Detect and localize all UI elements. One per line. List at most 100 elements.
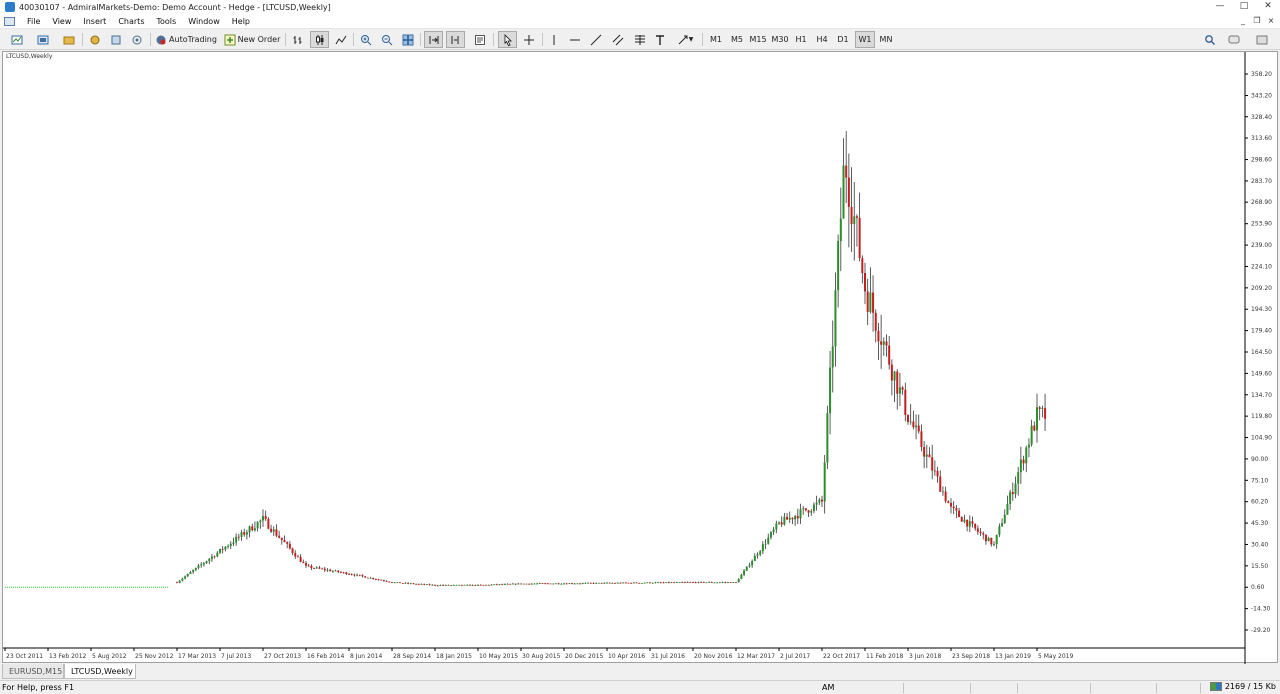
period-w1[interactable]: W1 <box>855 31 875 48</box>
candle-bear <box>944 491 947 502</box>
candle-bear <box>947 501 950 504</box>
candlestick-button[interactable] <box>310 31 329 48</box>
trendline-button[interactable] <box>588 31 604 48</box>
period-h1[interactable]: H1 <box>792 31 810 48</box>
zoom-in-button[interactable] <box>357 31 374 48</box>
candle-bear <box>288 543 291 549</box>
candle-bear <box>423 583 426 585</box>
candle-bull <box>205 561 208 564</box>
chart-window-icon[interactable] <box>4 16 15 26</box>
menu-help[interactable]: Help <box>226 17 256 26</box>
candle-bear <box>874 312 877 331</box>
tab-ltcusd-weekly[interactable]: LTCUSD,Weekly <box>64 664 136 679</box>
connection-status[interactable]: 2169 / 15 Kb <box>1209 682 1276 691</box>
menu-view[interactable]: View <box>46 17 77 26</box>
line-chart-button[interactable] <box>332 31 350 48</box>
new-chart-button[interactable] <box>6 31 28 48</box>
candle-bull <box>452 584 455 586</box>
zoom-out-button[interactable] <box>378 31 395 48</box>
candle-bear <box>630 582 633 584</box>
candle-bull <box>826 413 829 463</box>
candle-bull <box>232 542 235 544</box>
horizontal-line-button[interactable] <box>567 31 583 48</box>
menu-insert[interactable]: Insert <box>77 17 112 26</box>
period-m1[interactable]: M1 <box>707 31 725 48</box>
y-tick-label: 328.40 <box>1251 114 1272 121</box>
text-icon <box>656 34 664 45</box>
new-order-button[interactable]: New Order <box>223 31 281 48</box>
candle-bull <box>498 584 501 586</box>
strategy-tester-button[interactable] <box>128 31 146 48</box>
arrows-menu-button[interactable]: ▼ <box>673 31 697 48</box>
app-icon <box>5 2 15 12</box>
period-h4[interactable]: H4 <box>813 31 831 48</box>
child-minimize-button[interactable]: _ <box>1238 15 1248 26</box>
price-chart[interactable]: 358.20 343.20 328.40 313.60 298.60 283.70 268.… <box>3 52 1279 664</box>
vertical-line-icon <box>553 34 555 45</box>
menu-charts[interactable]: Charts <box>112 17 150 26</box>
chart-window[interactable]: LTCUSD,Weekly 358.20 343.20 328.40 313.60 29… <box>2 51 1279 664</box>
candle-bear <box>804 508 807 511</box>
candle-bear <box>318 567 321 569</box>
menu-file[interactable]: File <box>21 17 46 26</box>
menu-window[interactable]: Window <box>182 17 226 26</box>
candle-bear <box>955 508 958 511</box>
market-watch-button[interactable] <box>60 31 78 48</box>
maximize-button[interactable]: □ <box>1232 0 1256 13</box>
menu-tools[interactable]: Tools <box>150 17 182 26</box>
chart-shift-button[interactable] <box>446 31 465 48</box>
signals-button[interactable] <box>1250 31 1274 48</box>
fibonacci-button[interactable] <box>631 31 648 48</box>
candle-bear <box>267 518 270 529</box>
x-tick-label: 10 Apr 2016 <box>608 653 645 660</box>
y-tick-label: -29.20 <box>1251 627 1271 634</box>
candle-bear <box>377 579 380 581</box>
period-d1[interactable]: D1 <box>834 31 852 48</box>
candle-bear <box>960 516 963 522</box>
candle-bear <box>796 515 799 519</box>
y-tick-label: 149.60 <box>1251 370 1272 377</box>
vertical-line-button[interactable] <box>546 31 562 48</box>
candle-bear <box>608 582 611 584</box>
child-close-button[interactable]: × <box>1266 15 1276 26</box>
close-button[interactable]: ✕ <box>1256 0 1280 13</box>
profiles-button[interactable] <box>32 31 54 48</box>
bar-chart-button[interactable] <box>289 31 307 48</box>
candle-bear <box>323 568 326 571</box>
candle-bear <box>565 583 568 585</box>
crosshair-button[interactable] <box>520 31 538 48</box>
templates-button[interactable] <box>471 31 489 48</box>
period-mn[interactable]: MN <box>877 31 895 48</box>
chat-button[interactable] <box>1224 31 1244 48</box>
autoscroll-button[interactable] <box>424 31 443 48</box>
period-m30[interactable]: M30 <box>770 31 790 48</box>
new-order-icon <box>224 34 236 45</box>
candle-bull <box>915 425 918 428</box>
tab-eurusd-m15[interactable]: EURUSD,M15 <box>2 664 64 679</box>
candle-bear <box>487 584 490 586</box>
y-tick-label: 164.50 <box>1251 349 1272 356</box>
candle-bear <box>850 206 853 225</box>
period-m5[interactable]: M5 <box>728 31 746 48</box>
candle-bull <box>439 585 442 586</box>
candle-bull <box>490 584 493 586</box>
period-m15[interactable]: M15 <box>748 31 768 48</box>
candle-bear <box>966 519 969 527</box>
minimize-button[interactable]: — <box>1208 0 1232 13</box>
terminal-button[interactable] <box>107 31 125 48</box>
text-button[interactable] <box>652 31 668 48</box>
navigator-button[interactable] <box>86 31 104 48</box>
candle-bull <box>794 515 797 520</box>
equidistant-channel-button[interactable] <box>609 31 626 48</box>
candle-bull <box>837 241 840 291</box>
candle-bull <box>869 292 872 312</box>
candle-bear <box>845 165 848 178</box>
x-tick-label: 3 Jun 2018 <box>909 653 941 660</box>
cursor-button[interactable] <box>498 31 517 48</box>
child-restore-button[interactable]: ❐ <box>1252 15 1262 26</box>
search-button[interactable] <box>1202 31 1218 48</box>
candle-bear <box>221 548 224 550</box>
tile-windows-button[interactable] <box>399 31 416 48</box>
y-tick-label: 209.20 <box>1251 285 1272 292</box>
autotrading-button[interactable]: AutoTrading <box>154 31 218 48</box>
